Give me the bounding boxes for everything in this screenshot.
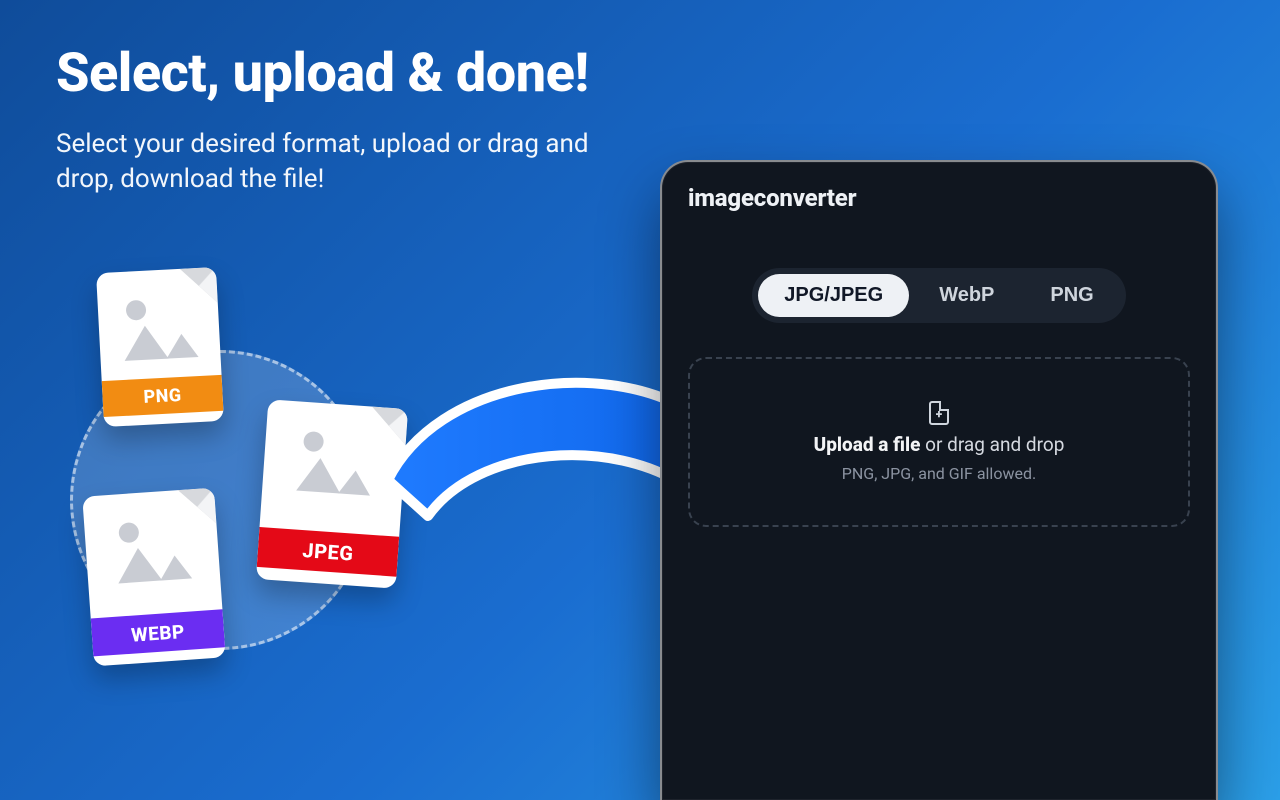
app-title: imageconverter [688,184,1190,212]
image-glyph-icon [261,421,406,511]
file-card-jpeg: JPEG [256,399,408,588]
converter-panel: imageconverter JPG/JPEG WebP PNG + Uploa… [660,160,1218,800]
dropzone-hint: PNG, JPG, and GIF allowed. [842,464,1036,483]
dropzone-text-bold: Upload a file [814,433,921,456]
formats-illustration: PNG JPEG WEBP [40,260,560,720]
file-card-label: PNG [102,375,224,417]
tab-png[interactable]: PNG [1024,274,1119,317]
dropzone-text-rest: or drag and drop [920,433,1064,456]
tab-jpg[interactable]: JPG/JPEG [758,274,909,317]
dropzone-text: Upload a file or drag and drop [814,433,1065,456]
image-glyph-icon [97,289,221,375]
hero-subtitle: Select your desired format, upload or dr… [56,127,636,197]
hero: Select, upload & done! Select your desir… [56,46,636,197]
tab-webp[interactable]: WebP [913,274,1020,317]
file-card-webp: WEBP [82,488,226,667]
hero-title: Select, upload & done! [56,46,636,103]
file-card-png: PNG [96,267,224,427]
file-card-label: JPEG [257,527,399,577]
file-upload-icon: + [929,401,949,425]
image-glyph-icon [84,510,221,599]
upload-dropzone[interactable]: + Upload a file or drag and drop PNG, JP… [688,357,1190,527]
file-card-label: WEBP [91,609,225,656]
format-tabs: JPG/JPEG WebP PNG [752,268,1125,323]
